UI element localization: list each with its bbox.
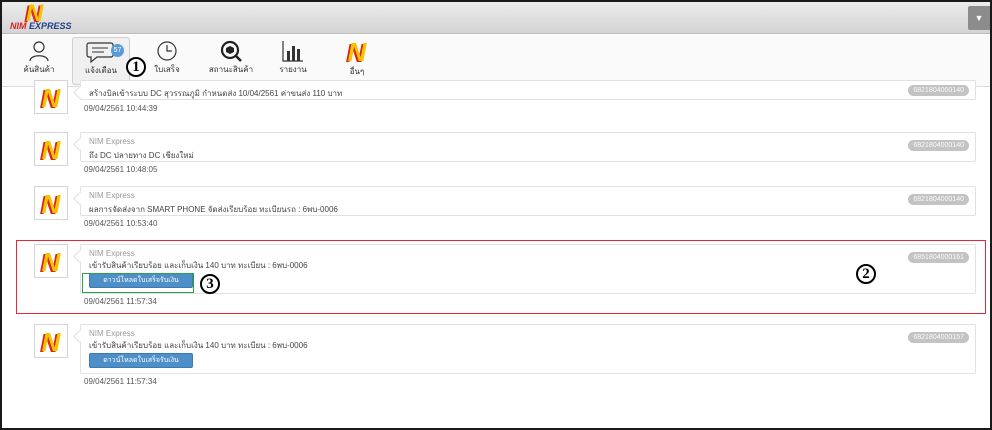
message-text: ถึง DC ปลายทาง DC เชียงใหม่ [89, 151, 194, 160]
message-text: สร้างบิลเข้าระบบ DC สุวรรณภูมิ กำหนดส่ง … [89, 89, 343, 98]
nim-logo-icon: N [347, 37, 367, 67]
tracking-number-badge[interactable]: 6821804000157 [908, 332, 969, 343]
toolbar-label: ค้นสินค้า [23, 65, 55, 74]
clock-icon [157, 41, 177, 61]
toolbar-item-notifications[interactable]: 57 แจ้งเตือน [72, 37, 130, 85]
annotation-callout-2: 2 [856, 264, 876, 284]
tracking-number-badge[interactable]: 6821804000140 [908, 85, 969, 96]
message-text: ผลการจัดส่งจาก SMART PHONE จัดส่งเรียบร้… [89, 205, 338, 214]
download-receipt-button[interactable]: ดาวน์โหลดใบเสร็จรับเงิน [89, 353, 193, 368]
sender-avatar: N [34, 80, 68, 114]
chevron-down-icon[interactable]: ▼ [968, 6, 990, 30]
toolbar-label: รายงาน [279, 65, 307, 74]
bar-chart-icon [282, 41, 303, 62]
toolbar-label: สถานะสินค้า [208, 65, 254, 74]
app-window: N NIM EXPRESS ▼ ค้นสินค้า 57 แจ้งเตือน ใ… [0, 0, 992, 430]
notification-count-badge: 57 [111, 44, 124, 57]
list-item: N NIM Express ถึง DC ปลายทาง DC เชียงใหม… [20, 132, 982, 178]
user-icon [29, 41, 49, 62]
tracking-number-badge[interactable]: 6821804000140 [908, 194, 969, 205]
toolbar-item-receipts[interactable]: ใบเสร็จ [138, 37, 196, 85]
timestamp: 09/04/2561 11:57:34 [84, 377, 157, 386]
timestamp: 09/04/2561 10:44:39 [84, 104, 158, 113]
logo-word-express: EXPRESS [29, 21, 72, 31]
toolbar-label: ใบเสร็จ [154, 65, 180, 74]
message-bubble: NIM Express เข้ารับสินค้าเรียบร้อย และเก… [80, 324, 976, 374]
message-bubble: สร้างบิลเข้าระบบ DC สุวรรณภูมิ กำหนดส่ง … [80, 80, 976, 100]
timestamp: 09/04/2561 10:48:05 [84, 165, 158, 174]
toolbar-label: อื่นๆ [349, 67, 365, 76]
package-search-icon [220, 40, 242, 62]
list-item: N NIM Express ผลการจัดส่งจาก SMART PHONE… [20, 186, 982, 232]
annotation-callout-1: 1 [126, 57, 146, 77]
toolbar-item-more[interactable]: N อื่นๆ [328, 37, 386, 85]
toolbar-item-shipment-status[interactable]: สถานะสินค้า [202, 37, 260, 85]
list-item: N NIM Express เข้ารับสินค้าเรียบร้อย และ… [20, 324, 982, 388]
timestamp: 09/04/2561 10:53:40 [84, 219, 158, 228]
sender-name: NIM Express [89, 329, 135, 338]
sender-avatar: N [34, 132, 68, 166]
tracking-number-badge[interactable]: 6821804000140 [908, 140, 969, 151]
sender-avatar: N [34, 324, 68, 358]
list-item: N สร้างบิลเข้าระบบ DC สุวรรณภูมิ กำหนดส่… [20, 80, 982, 120]
logo-word-nim: NIM [10, 21, 27, 31]
toolbar-item-search-goods[interactable]: ค้นสินค้า [10, 37, 68, 85]
sender-name: NIM Express [89, 137, 135, 146]
nim-express-logo[interactable]: N NIM EXPRESS [8, 2, 78, 32]
message-text: เข้ารับสินค้าเรียบร้อย และเก็บเงิน 140 บ… [89, 341, 308, 350]
sender-avatar: N [34, 186, 68, 220]
top-bar: N NIM EXPRESS ▼ [2, 2, 990, 34]
annotation-callout-3: 3 [200, 274, 220, 294]
toolbar-label: แจ้งเตือน [85, 66, 117, 75]
sender-name: NIM Express [89, 191, 135, 200]
logo-wordmark: NIM EXPRESS [10, 21, 72, 31]
message-bubble: NIM Express ถึง DC ปลายทาง DC เชียงใหม่ … [80, 132, 976, 162]
toolbar-item-reports[interactable]: รายงาน [264, 37, 322, 85]
highlight-button-frame [82, 273, 194, 293]
message-bubble: NIM Express ผลการจัดส่งจาก SMART PHONE จ… [80, 186, 976, 216]
